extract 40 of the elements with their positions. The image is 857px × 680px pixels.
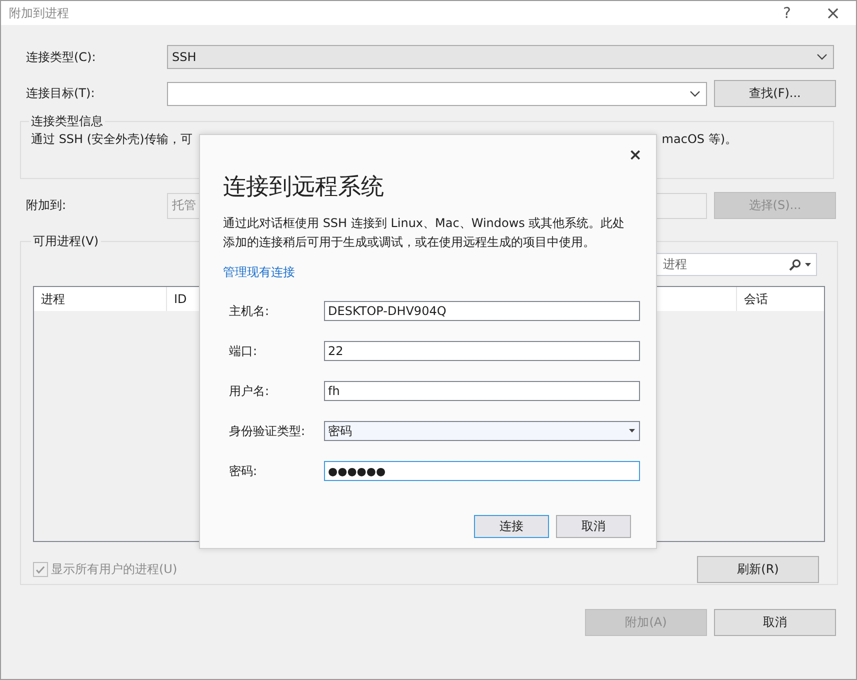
chevron-down-icon — [817, 54, 827, 60]
auth-type-dropdown[interactable]: 密码 — [324, 421, 640, 441]
field-label: 主机名: — [229, 302, 270, 320]
column-header[interactable]: 会话 — [737, 287, 824, 311]
text-field[interactable]: DESKTOP-DHV904Q — [324, 301, 640, 321]
caret-icon — [805, 262, 811, 266]
refresh-button[interactable]: 刷新(R) — [697, 556, 819, 583]
field-label: 密码: — [229, 462, 258, 480]
close-button[interactable]: × — [626, 145, 644, 164]
find-button[interactable]: 查找(F)... — [714, 80, 836, 107]
info-text: macOS 等)。 — [662, 131, 737, 148]
caret-icon — [629, 429, 635, 433]
help-button[interactable]: ? — [764, 1, 810, 25]
checkbox-label: 显示所有用户的进程(U) — [51, 561, 178, 578]
connection-target-dropdown[interactable] — [167, 82, 707, 106]
dialog-description: 通过此对话框使用 SSH 连接到 Linux、Mac、Windows 或其他系统。此处添加的连接稍后可用于生成或调试，或在使用远程生成的项目中使用。 — [223, 215, 626, 251]
close-button[interactable]: × — [810, 1, 856, 25]
connect-button[interactable]: 连接 — [474, 515, 549, 538]
connection-type-dropdown[interactable]: SSH — [167, 45, 834, 69]
field-label: 身份验证类型: — [229, 422, 306, 440]
group-title: 可用进程(V) — [32, 233, 100, 250]
info-text: 通过 SSH (安全外壳)传输，可 — [31, 131, 192, 148]
manage-connections-link[interactable]: 管理现有连接 — [223, 264, 295, 281]
text-field[interactable]: 22 — [324, 341, 640, 361]
field-label: 附加到: — [26, 197, 68, 214]
chevron-down-icon — [690, 90, 700, 96]
group-title: 连接类型信息 — [30, 113, 104, 130]
cancel-button[interactable]: 取消 — [556, 515, 631, 538]
search-icon — [789, 258, 801, 270]
password-field[interactable]: ●●●●●● — [324, 461, 640, 481]
field-label: 端口: — [229, 342, 258, 360]
dialog-title: 连接到远程系统 — [223, 173, 385, 202]
column-header[interactable]: 进程 — [34, 287, 167, 311]
checkmark-icon — [36, 566, 45, 574]
cancel-button[interactable]: 取消 — [714, 609, 836, 636]
text-field[interactable]: fh — [324, 381, 640, 401]
field-label: 用户名: — [229, 382, 270, 400]
field-label: 连接类型(C): — [26, 48, 97, 66]
window-title: 附加到进程 — [9, 4, 70, 22]
field-label: 连接目标(T): — [26, 85, 96, 102]
